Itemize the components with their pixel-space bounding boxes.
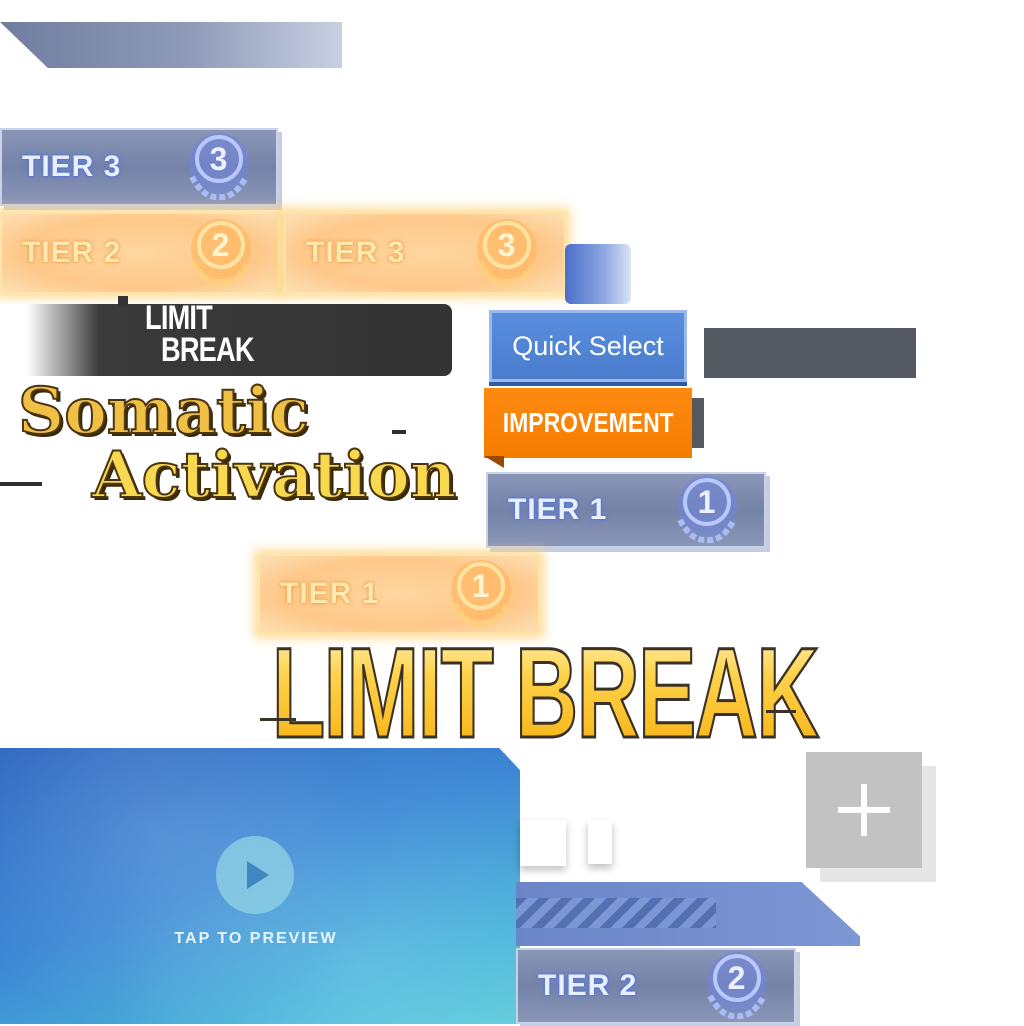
divider-dash	[0, 482, 42, 486]
tier-3-badge-blue: TIER 3 3	[0, 128, 278, 206]
limit-break-line1: LIMIT	[145, 299, 213, 337]
tier-2-badge-gold: TIER 2 2	[0, 212, 280, 294]
tier-2-badge-blue: TIER 2 2	[516, 948, 796, 1024]
play-button[interactable]	[216, 836, 294, 914]
title-activation: Activation	[91, 437, 457, 514]
header-bar-slanted	[0, 22, 342, 68]
laurel-medal-icon: 1	[677, 476, 737, 544]
tier-label: TIER 3	[22, 150, 122, 183]
limit-break-label-small: LIMIT BREAK	[145, 299, 255, 369]
limit-break-title: LIMIT BREAK	[271, 622, 820, 765]
improvement-label: IMPROVEMENT	[502, 407, 674, 438]
tier-label: TIER 2	[538, 969, 638, 1002]
laurel-medal-icon: 3	[477, 219, 537, 287]
tier-1-badge-blue: TIER 1 1	[486, 472, 766, 548]
quick-select-label: Quick Select	[512, 330, 664, 361]
banner-notch	[118, 296, 128, 306]
dark-panel	[704, 328, 916, 378]
improvement-side-panel	[692, 398, 704, 448]
laurel-medal-icon: 2	[707, 952, 767, 1020]
medal-number: 1	[698, 484, 717, 520]
divider-dash	[392, 430, 406, 434]
medal-number: 1	[472, 568, 491, 604]
accent-line	[260, 718, 296, 721]
tier-3-badge-gold: TIER 3 3	[284, 212, 566, 294]
add-button[interactable]	[806, 752, 922, 868]
stripe-pattern	[516, 898, 716, 928]
improvement-tab[interactable]: IMPROVEMENT	[484, 388, 692, 458]
slot-square	[588, 820, 612, 864]
medal-number: 3	[498, 227, 517, 263]
header-bar-white	[4, 74, 360, 122]
limit-break-line2: BREAK	[161, 331, 255, 369]
play-icon	[247, 861, 269, 889]
laurel-medal-icon: 3	[189, 133, 249, 201]
tier-label: TIER 1	[280, 577, 380, 610]
improvement-notch	[484, 456, 504, 468]
medal-number: 2	[728, 960, 747, 996]
tier-label: TIER 3	[306, 236, 406, 269]
laurel-medal-icon: 2	[191, 219, 251, 287]
quick-select-button[interactable]: Quick Select	[489, 310, 687, 382]
plus-icon	[838, 784, 890, 836]
medal-number: 3	[210, 141, 229, 177]
quick-select-backdrop	[565, 244, 631, 304]
tier-label: TIER 2	[22, 236, 122, 269]
tap-to-preview-label: TAP TO PREVIEW	[174, 930, 338, 947]
accent-line	[766, 710, 796, 713]
medal-number: 2	[212, 227, 231, 263]
tier-label: TIER 1	[508, 493, 608, 526]
slot-square	[520, 820, 566, 866]
